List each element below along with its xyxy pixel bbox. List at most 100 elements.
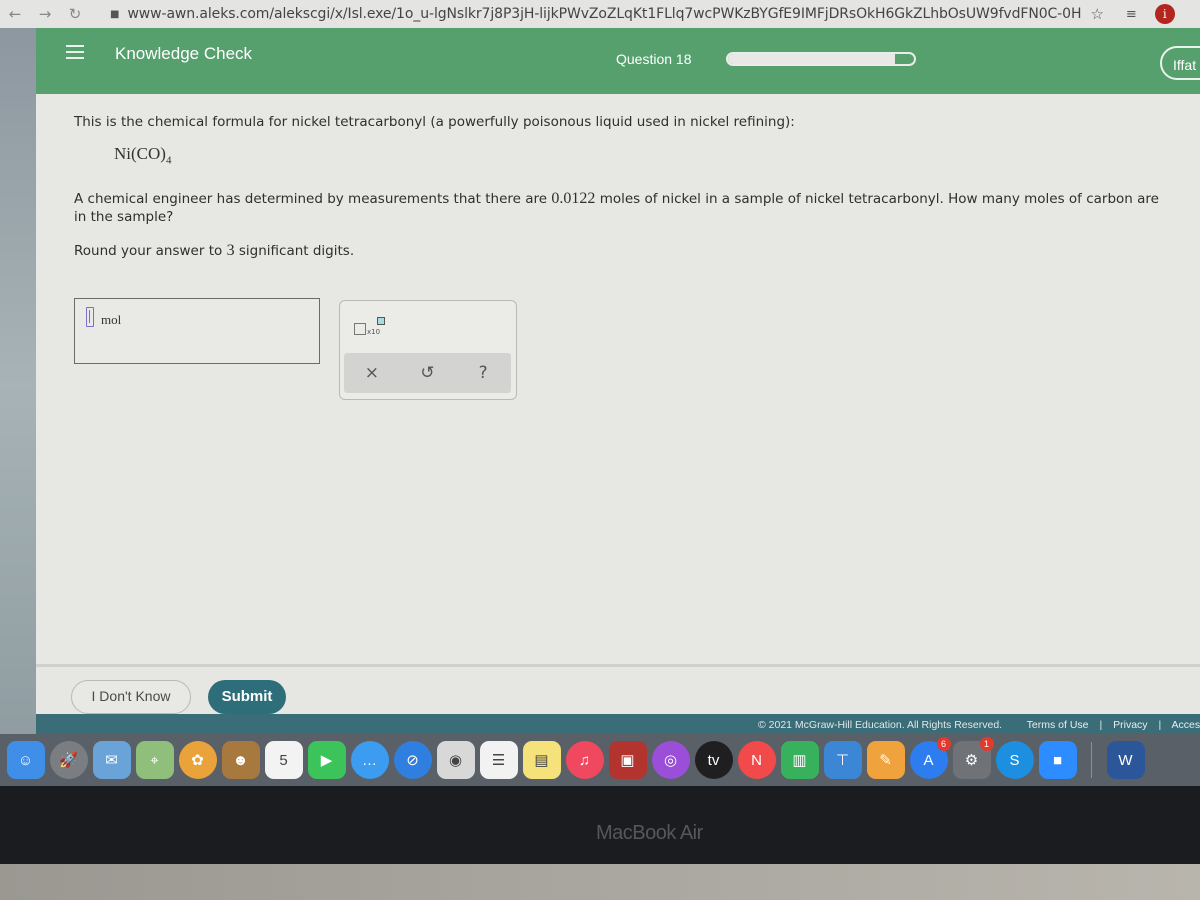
forward-icon[interactable]: → xyxy=(30,5,60,23)
mantissa-box-icon xyxy=(354,323,366,335)
apple-tv-glyph: tv xyxy=(707,751,720,769)
podcasts-glyph: ◎ xyxy=(663,752,678,769)
user-menu-button[interactable]: Iffat xyxy=(1160,46,1200,80)
notification-badge: 6 xyxy=(936,737,951,751)
pages-glyph: ✎ xyxy=(879,752,892,769)
rounding-instruction: Round your answer to 3 significant digit… xyxy=(74,242,354,260)
address-bar-url[interactable]: www-awn.aleks.com/alekscgi/x/Isl.exe/1o_… xyxy=(127,6,1082,22)
dock-apple-tv-icon[interactable]: tv xyxy=(694,741,733,779)
dock-numbers-icon[interactable]: ▥ xyxy=(780,741,819,779)
times-ten-label: x10 xyxy=(367,328,381,336)
dock-calendar-icon[interactable]: 5 xyxy=(264,741,303,779)
lock-icon: ■ xyxy=(110,8,120,20)
reload-icon[interactable]: ↻ xyxy=(60,5,90,23)
action-bar: I Don't Know Submit xyxy=(36,664,1200,717)
finder-glyph: ☺ xyxy=(17,751,34,769)
answer-input-field[interactable] xyxy=(86,307,94,327)
safari-glyph: ⊘ xyxy=(406,752,419,769)
progress-bar xyxy=(726,52,916,66)
privacy-link[interactable]: Privacy xyxy=(1113,719,1147,731)
back-icon[interactable]: ← xyxy=(0,5,30,23)
dock-safari-icon[interactable]: ⊘ xyxy=(393,741,432,779)
word-glyph: W xyxy=(1118,751,1133,769)
app-store-glyph: A xyxy=(923,751,934,769)
maps-glyph: ⌖ xyxy=(150,751,159,769)
question-number: Question 18 xyxy=(616,51,692,67)
clear-icon[interactable]: × xyxy=(352,363,392,383)
contacts-glyph: ☻ xyxy=(232,751,249,769)
footer-divider xyxy=(1013,719,1016,731)
dock-podcasts-icon[interactable]: ◎ xyxy=(651,741,690,779)
desktop-edge xyxy=(0,28,36,740)
submit-button[interactable]: Submit xyxy=(208,680,286,714)
formula-subscript: 4 xyxy=(165,154,172,167)
dock-app-store-icon[interactable]: A6 xyxy=(909,737,951,779)
scientific-notation-button[interactable]: x10 xyxy=(354,317,394,341)
reminders-glyph: ☰ xyxy=(491,752,506,769)
terms-link[interactable]: Terms of Use xyxy=(1027,719,1089,731)
dock-system-preferences-icon[interactable]: ⚙ 1 xyxy=(952,737,994,779)
mail-glyph: ✉ xyxy=(105,752,118,769)
app-header: Knowledge Check Question 18 Iffat xyxy=(36,28,1200,94)
dont-know-button[interactable]: I Don't Know xyxy=(71,680,191,714)
help-icon[interactable]: ? xyxy=(463,363,503,383)
dock-contacts-icon[interactable]: ☻ xyxy=(221,741,260,779)
dock-photos-icon[interactable]: ✿ xyxy=(178,741,217,779)
macos-dock: ☺ 🚀 ✉ ⌖ ✿ ☻ 5 ▶… ⊘ ◉ ☰ ▤ ♫ ▣ ◎ tv N ▥ ⊤ ✎ A 6 ⚙ 1 S ■ W xyxy=(0,734,1200,786)
dock-facetime-icon[interactable]: ▶ xyxy=(307,741,346,779)
rounding-end: significant digits. xyxy=(234,243,355,259)
dock-launchpad-icon[interactable]: 🚀 xyxy=(49,741,88,779)
toolpad-actions: × ↺ ? xyxy=(344,353,511,393)
page-footer: © 2021 McGraw-Hill Education. All Rights… xyxy=(36,714,1200,734)
dock-word-icon[interactable]: W xyxy=(1106,741,1145,779)
question-panel: This is the chemical formula for nickel … xyxy=(36,94,1200,664)
dock-messages-icon[interactable]: … xyxy=(350,741,389,779)
dock-news-icon[interactable]: N xyxy=(737,741,776,779)
keynote-glyph: ⊤ xyxy=(835,752,850,769)
nickel-moles-value: 0.0122 xyxy=(551,190,596,207)
photo-booth-glyph: ▣ xyxy=(620,752,635,769)
chemical-formula: Ni(CO)4 xyxy=(114,144,171,166)
system-preferences-glyph: ⚙ xyxy=(964,752,979,769)
dock-maps-icon[interactable]: ⌖ xyxy=(135,741,174,779)
footer-divider: | xyxy=(1158,719,1162,731)
undo-icon[interactable]: ↺ xyxy=(407,363,447,383)
dock-pages-icon[interactable]: ✎ xyxy=(866,741,905,779)
laptop-bezel: MacBook Air xyxy=(0,786,1200,864)
numbers-glyph: ▥ xyxy=(792,752,807,769)
photos-glyph: ✿ xyxy=(191,752,204,769)
info-icon[interactable]: i xyxy=(1154,4,1175,24)
notes-glyph: ▤ xyxy=(534,752,549,769)
dock-notes-icon[interactable]: ▤ xyxy=(522,741,561,779)
zoom-glyph: ■ xyxy=(1052,751,1063,769)
bookmark-star-icon[interactable]: ☆ xyxy=(1090,5,1103,23)
reading-list-icon[interactable]: ≡ xyxy=(1126,7,1137,22)
device-label: MacBook Air xyxy=(596,822,703,844)
messages-glyph: … xyxy=(362,751,377,769)
skype-glyph: S xyxy=(1009,751,1020,769)
accessibility-link[interactable]: Acces xyxy=(1172,719,1200,731)
dock-reminders-icon[interactable]: ☰ xyxy=(479,741,518,779)
chrome-glyph: ◉ xyxy=(448,752,463,769)
math-toolpad: x10 × ↺ ? xyxy=(339,300,517,400)
facetime-glyph: ▶ xyxy=(320,752,333,769)
dock-finder-icon[interactable]: ☺ xyxy=(6,741,45,779)
dock-zoom-icon[interactable]: ■ xyxy=(1038,741,1077,779)
answer-input-box[interactable]: mol xyxy=(74,298,320,364)
dock-keynote-icon[interactable]: ⊤ xyxy=(823,741,862,779)
question-body-start: A chemical engineer has determined by me… xyxy=(74,191,552,207)
dock-music-icon[interactable]: ♫ xyxy=(565,741,604,779)
dock-mail-icon[interactable]: ✉ xyxy=(92,741,131,779)
dock-skype-icon[interactable]: S xyxy=(995,741,1034,779)
progress-bar-fill xyxy=(728,54,896,64)
dock-photo-booth-icon[interactable]: ▣ xyxy=(608,741,647,779)
formula-main: Ni(CO) xyxy=(114,144,166,163)
exponent-box-icon xyxy=(377,317,385,325)
question-intro: This is the chemical formula for nickel … xyxy=(74,114,795,130)
footer-divider: | xyxy=(1099,719,1103,731)
news-glyph: N xyxy=(751,751,762,769)
hamburger-menu-icon[interactable] xyxy=(66,45,84,59)
browser-toolbar: ← → ↻ ■ www-awn.aleks.com/alekscgi/x/Isl… xyxy=(0,0,1200,28)
notification-badge: 1 xyxy=(979,737,994,751)
dock-chrome-icon[interactable]: ◉ xyxy=(436,741,475,779)
